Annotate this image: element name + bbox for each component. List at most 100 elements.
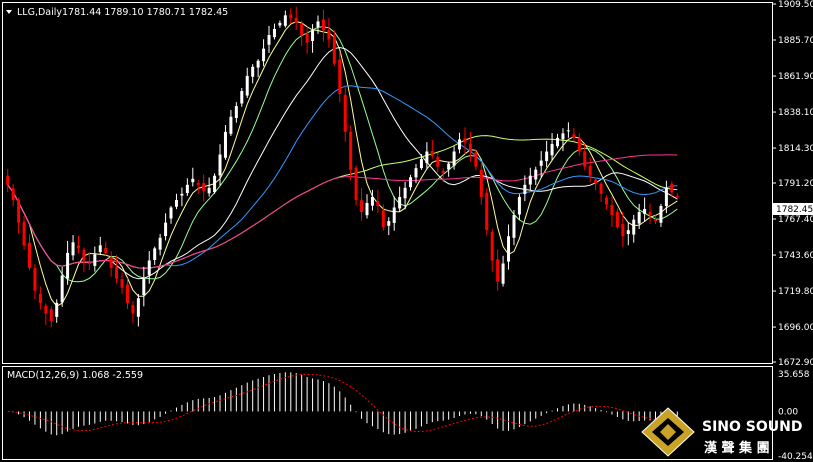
price-tick-label: 1909.50 xyxy=(778,0,813,10)
candle-body xyxy=(321,19,325,31)
candle-body xyxy=(272,28,276,38)
candle-body xyxy=(218,154,222,176)
candle-body xyxy=(38,293,42,303)
candle-body xyxy=(577,138,581,152)
candle-body xyxy=(572,134,576,138)
candle-body xyxy=(403,187,407,199)
dropdown-triangle-icon[interactable] xyxy=(6,10,12,14)
ma-line-90 xyxy=(7,154,678,269)
candle-body xyxy=(376,201,380,206)
price-tick-label: 1719.80 xyxy=(778,287,813,297)
candle-body xyxy=(327,30,331,40)
candle-body xyxy=(648,212,652,216)
candle-body xyxy=(501,263,505,284)
candle-body xyxy=(332,36,336,64)
candle-body xyxy=(125,284,129,303)
candle-body xyxy=(615,211,619,228)
candle-body xyxy=(485,192,489,231)
candle-body xyxy=(545,151,549,162)
candle-body xyxy=(550,143,554,156)
candle-body xyxy=(267,35,271,45)
price-tick-label: 1743.60 xyxy=(778,251,813,261)
candle-body xyxy=(441,170,445,173)
candle-body xyxy=(66,252,70,279)
candle-body xyxy=(338,59,342,95)
candle-body xyxy=(458,139,462,150)
candle-body xyxy=(245,75,249,96)
candle-body xyxy=(626,230,630,234)
candle-body xyxy=(528,175,532,185)
ma-line-5 xyxy=(7,21,678,307)
candle-body xyxy=(82,249,86,261)
candle-body xyxy=(76,245,80,249)
ohlc-values: 1781.44 1789.10 1780.71 1782.45 xyxy=(62,7,228,18)
candle-body xyxy=(229,116,233,134)
candle-body xyxy=(174,199,178,207)
macd-axis: 35.658 0.00 -40.254 xyxy=(778,370,813,462)
macd-signal-path xyxy=(7,373,678,432)
candle-body xyxy=(360,200,364,213)
candle-body xyxy=(605,197,609,205)
candle-body xyxy=(621,224,625,237)
ma-line-10 xyxy=(7,26,678,283)
candle-body xyxy=(22,221,26,246)
candle-body xyxy=(670,183,674,193)
candle-body xyxy=(643,209,647,214)
candle-body xyxy=(594,179,598,184)
ma-line-20 xyxy=(7,46,678,280)
candle-body xyxy=(300,23,304,36)
candle-body xyxy=(343,95,347,132)
candle-body xyxy=(436,156,440,167)
candle-body xyxy=(490,231,494,261)
candle-body xyxy=(262,48,266,62)
candle-body xyxy=(419,159,423,169)
candle-body xyxy=(71,242,75,256)
candle-body xyxy=(202,183,206,191)
price-tick-label: 1885.70 xyxy=(778,36,813,46)
candle-body xyxy=(381,210,385,228)
candle-body xyxy=(33,268,37,291)
candle-body xyxy=(104,247,108,253)
candle-body xyxy=(115,266,119,279)
candle-body xyxy=(632,219,636,235)
candle-body xyxy=(637,212,641,224)
candle-body xyxy=(539,160,543,166)
chart-canvas: 1909.50 1885.70 1861.90 1838.10 1814.30 1791.… xyxy=(2,0,813,462)
candle-body xyxy=(365,202,369,216)
candle-body xyxy=(147,260,151,276)
candle-body xyxy=(398,196,402,209)
candle-body xyxy=(523,184,527,194)
candle-body xyxy=(164,222,168,237)
candle-body xyxy=(659,205,663,223)
candle-body xyxy=(142,278,146,296)
candle-body xyxy=(599,183,603,194)
candle-body xyxy=(27,242,31,269)
candle-body xyxy=(283,15,287,26)
moving-average-lines xyxy=(7,21,678,307)
candlesticks xyxy=(6,6,679,328)
price-tick-label: 1767.40 xyxy=(778,215,813,225)
candle-body xyxy=(213,175,217,193)
macd-tick-label: 35.658 xyxy=(778,370,810,380)
candle-body xyxy=(158,237,162,250)
price-tick-label: 1861.90 xyxy=(778,72,813,82)
candle-body xyxy=(17,199,21,223)
candle-body xyxy=(60,275,64,303)
candle-body xyxy=(294,18,298,23)
candle-body xyxy=(447,163,451,170)
candle-body xyxy=(561,133,565,140)
candle-body xyxy=(289,14,293,19)
candle-body xyxy=(11,188,15,200)
candle-body xyxy=(425,151,429,164)
candle-body xyxy=(153,248,157,260)
candle-body xyxy=(311,30,315,41)
candle-body xyxy=(654,219,658,222)
candle-body xyxy=(474,152,478,167)
candle-body xyxy=(316,21,320,27)
candle-body xyxy=(180,193,184,196)
candle-body xyxy=(98,245,102,253)
candle-body xyxy=(240,91,244,104)
candle-body xyxy=(185,184,189,194)
candle-body xyxy=(588,165,592,176)
candle-body xyxy=(109,257,113,269)
